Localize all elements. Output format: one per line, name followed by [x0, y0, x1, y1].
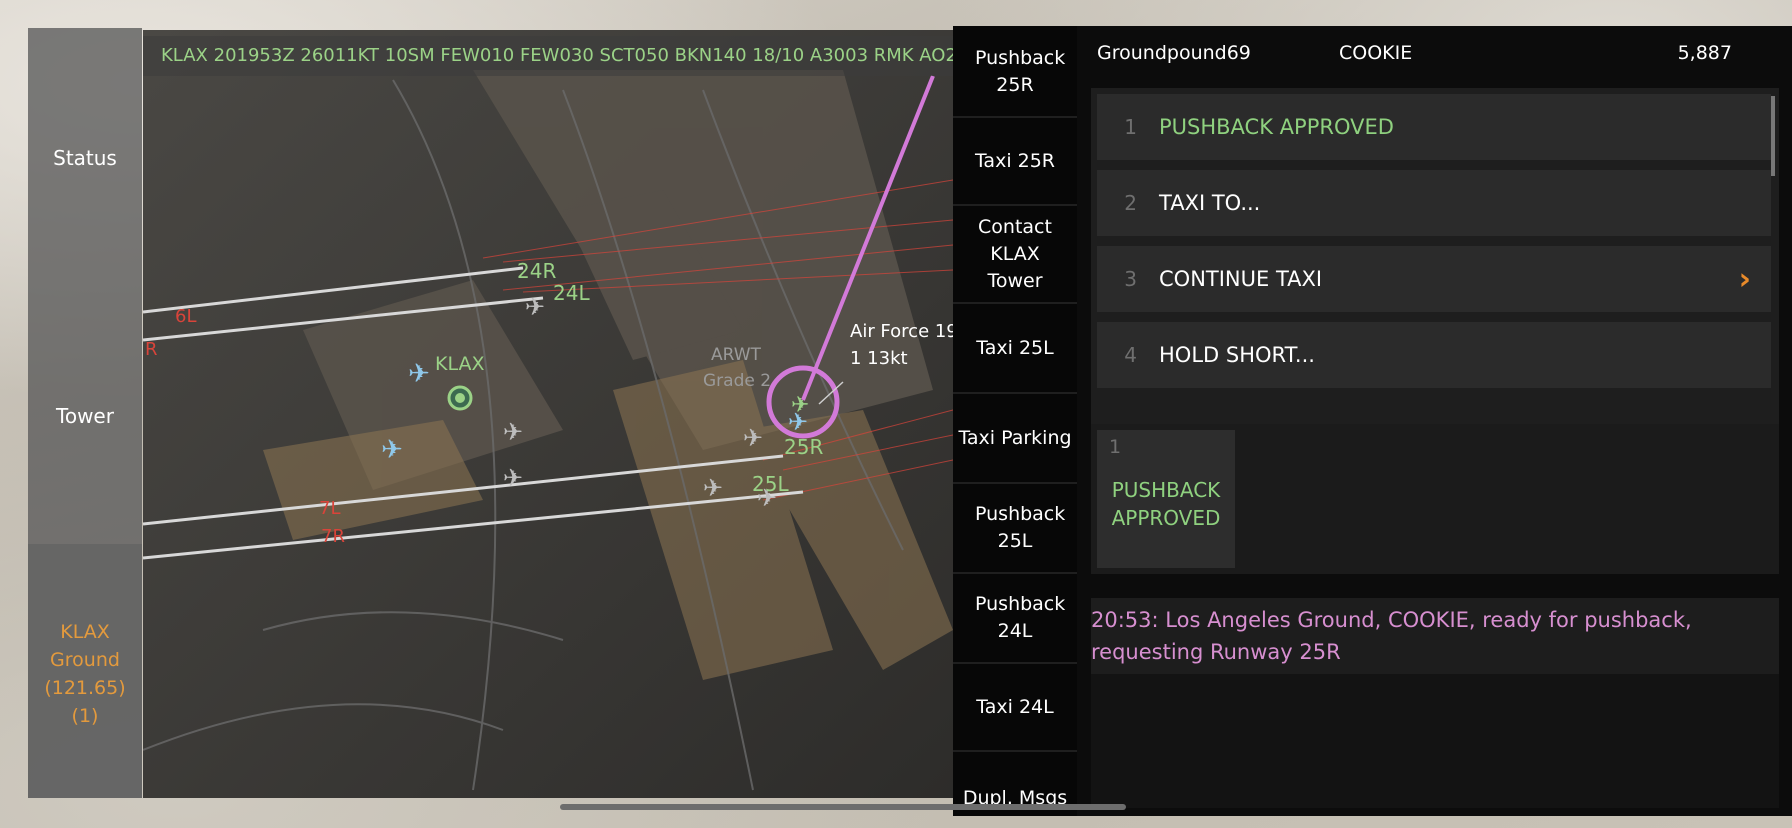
- slot-label: PUSHBACK APPROVED: [1097, 476, 1235, 532]
- aircraft-icon-gray-6[interactable]: ✈: [757, 484, 777, 512]
- runway-label-R: R: [145, 339, 158, 360]
- ground-tab-line-4: (1): [71, 705, 99, 727]
- selected-clearance-slot[interactable]: 1 PUSHBACK APPROVED: [1097, 430, 1235, 568]
- aircraft-speed-label: 1 13kt: [850, 348, 908, 369]
- weather-label-2: Grade 2: [703, 371, 771, 391]
- command-label: Taxi Parking: [958, 426, 1072, 449]
- runway-label-6L: 6L: [175, 306, 196, 327]
- airport-label: KLAX: [435, 353, 485, 375]
- option-number: 2: [1124, 191, 1137, 215]
- command-pushback-25l[interactable]: Pushback 25L: [953, 484, 1077, 574]
- airport-marker-icon[interactable]: [447, 385, 473, 411]
- ground-tab-line-1: KLAX: [60, 621, 110, 643]
- runway-label-7L: 7L: [319, 498, 340, 519]
- command-taxi-25r[interactable]: Taxi 25R: [953, 118, 1077, 206]
- map-graphics: 24R 24L 6L R 7L 7R 25R 25L KLAX ARWT Gra…: [143, 30, 953, 798]
- aircraft-icon-blue-1[interactable]: ✈: [408, 359, 430, 389]
- runway-label-7R: 7R: [321, 526, 345, 547]
- slot-number: 1: [1109, 436, 1122, 458]
- command-contact-tower[interactable]: Contact KLAX Tower: [953, 206, 1077, 304]
- ground-tab-line-3: (121.65): [44, 677, 126, 699]
- selected-aircraft-icon[interactable]: ✈: [791, 393, 809, 418]
- aircraft-icon-gray-2[interactable]: ✈: [503, 418, 523, 446]
- runway-label-24L: 24L: [553, 281, 590, 305]
- option-label: PUSHBACK APPROVED: [1159, 115, 1394, 139]
- clearance-option-pushback-approved[interactable]: 1 PUSHBACK APPROVED: [1097, 94, 1771, 160]
- runway-label-25R: 25R: [784, 435, 823, 459]
- command-label: Taxi 25L: [976, 336, 1054, 359]
- command-pushback-24l[interactable]: Pushback 24L: [953, 574, 1077, 664]
- aircraft-icon-gray-1[interactable]: ✈: [525, 293, 545, 321]
- option-number: 4: [1124, 343, 1137, 367]
- command-label: Contact KLAX Tower: [978, 215, 1052, 292]
- slot-label-line-1: PUSHBACK: [1111, 478, 1221, 502]
- command-label: Taxi 25R: [974, 149, 1056, 172]
- option-label: CONTINUE TAXI: [1159, 267, 1323, 291]
- ground-tab-line-2: Ground: [50, 649, 120, 671]
- chevron-right-icon: ›: [1738, 261, 1751, 297]
- option-number: 3: [1124, 267, 1137, 291]
- command-label: Taxi 24L: [976, 695, 1054, 718]
- option-number: 1: [1124, 115, 1137, 139]
- weather-label-1: ARWT: [711, 345, 762, 365]
- aircraft-icon-gray-5[interactable]: ✈: [743, 424, 763, 452]
- pilot-message: 20:53: Los Angeles Ground, COOKIE, ready…: [1091, 598, 1779, 674]
- clearance-list-scrollbar[interactable]: [1771, 96, 1775, 176]
- tower-tab[interactable]: Tower: [28, 404, 142, 428]
- aircraft-callsign: COOKIE: [1339, 42, 1413, 64]
- horizontal-scrollbar[interactable]: [560, 804, 1126, 810]
- aircraft-icon-gray-3[interactable]: ✈: [503, 464, 523, 492]
- score-count: 5,887: [1677, 42, 1732, 64]
- command-taxi-25l[interactable]: Taxi 25L: [953, 304, 1077, 394]
- left-panel: Status Tower KLAX Ground (121.65) (1): [28, 28, 142, 798]
- command-label: Pushback 25L: [975, 503, 1066, 552]
- metar-bar: KLAX 201953Z 26011KT 10SM FEW010 FEW030 …: [143, 36, 953, 76]
- flight-strip-panel: Groundpound69 COOKIE 5,887 1 PUSHBACK AP…: [1077, 26, 1792, 816]
- ground-tab[interactable]: KLAX Ground (121.65) (1): [28, 618, 142, 730]
- aircraft-icon-blue-2[interactable]: ✈: [381, 435, 403, 465]
- command-label: Dupl. Msgs: [962, 787, 1068, 809]
- command-column: Pushback 25R Taxi 25R Contact KLAX Tower…: [953, 26, 1077, 816]
- clearance-option-continue-taxi[interactable]: 3 CONTINUE TAXI ›: [1097, 246, 1771, 312]
- pilot-username: Groundpound69: [1097, 42, 1251, 64]
- clearance-list[interactable]: 1 PUSHBACK APPROVED 2 TAXI TO... 3 CONTI…: [1091, 88, 1779, 440]
- command-pushback-25r[interactable]: Pushback 25R: [953, 28, 1077, 118]
- clearance-option-hold-short[interactable]: 4 HOLD SHORT...: [1097, 322, 1771, 388]
- clearance-option-taxi-to[interactable]: 2 TAXI TO...: [1097, 170, 1771, 236]
- selected-clearance-area: 1 PUSHBACK APPROVED: [1091, 424, 1779, 574]
- runway-label-24R: 24R: [517, 259, 556, 283]
- command-label: Pushback 25R: [975, 47, 1066, 96]
- command-label: Pushback 24L: [975, 593, 1066, 642]
- command-taxi-24l[interactable]: Taxi 24L: [953, 664, 1077, 752]
- slot-label-line-2: APPROVED: [1111, 506, 1221, 530]
- status-tab[interactable]: Status: [28, 146, 142, 170]
- option-label: HOLD SHORT...: [1159, 343, 1315, 367]
- aircraft-icon-gray-4[interactable]: ✈: [703, 474, 723, 502]
- option-label: TAXI TO...: [1159, 191, 1261, 215]
- aircraft-callsign-label: Air Force 1950 Heavy: [850, 321, 953, 342]
- message-log: 20:53: Los Angeles Ground, COOKIE, ready…: [1091, 598, 1779, 808]
- radar-map[interactable]: 24R 24L 6L R 7L 7R 25R 25L KLAX ARWT Gra…: [143, 30, 953, 798]
- command-taxi-parking[interactable]: Taxi Parking: [953, 394, 1077, 484]
